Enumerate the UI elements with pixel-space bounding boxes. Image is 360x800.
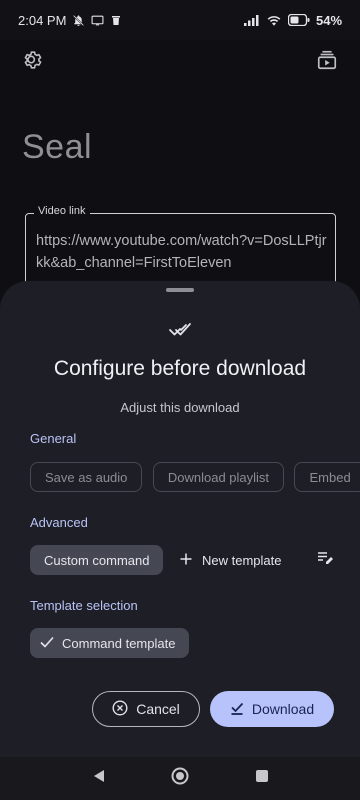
settings-button[interactable] [13,42,53,82]
playlist-edit-icon [317,550,333,571]
configure-bottom-sheet: Configure before download Adjust this do… [0,281,360,757]
sheet-title: Configure before download [53,357,307,380]
save-as-audio-chip[interactable]: Save as audio [30,462,143,492]
general-chip-row: Save as audio Download playlist Embed [30,462,360,492]
command-template-chip[interactable]: Command template [30,628,190,658]
video-link-value[interactable]: https://www.youtube.com/watch?v=DosLLPtj… [36,230,327,274]
recents-square-icon [255,769,269,788]
status-bar: 2:04 PM 54% [0,0,360,40]
download-playlist-chip[interactable]: Download playlist [152,462,285,492]
new-template-label: New template [202,552,282,568]
recents-button[interactable] [252,768,272,788]
video-link-label: Video link [34,205,90,217]
custom-command-chip[interactable]: Custom command [30,545,164,575]
download-queue-icon [316,49,338,76]
wifi-icon [266,14,282,27]
sheet-subtitle: Adjust this download [120,400,240,415]
trash-icon [110,14,122,27]
download-button[interactable]: Download [210,691,334,727]
notifications-off-icon [72,14,85,27]
app-title: Seal [22,128,93,166]
download-queue-button[interactable] [307,42,347,82]
signal-icon [243,14,260,26]
cast-icon [91,14,104,27]
cancel-button[interactable]: Cancel [92,691,200,727]
battery-icon [287,14,310,26]
cancel-label: Cancel [136,701,180,717]
home-circle-icon [171,767,189,790]
back-triangle-icon [92,769,106,788]
check-icon [40,636,54,651]
embed-chip[interactable]: Embed [294,462,360,492]
edit-templates-button[interactable] [310,545,340,575]
section-general-label: General [30,431,77,446]
command-template-label: Command template [62,635,176,651]
download-done-icon [230,701,244,718]
home-button[interactable] [170,767,190,790]
back-button[interactable] [89,768,109,788]
new-template-button[interactable]: New template [180,545,281,575]
drag-handle[interactable] [166,288,194,292]
section-template-label: Template selection [30,598,138,613]
advanced-row: Custom command New template [30,545,340,575]
cancel-circle-icon [112,699,128,719]
section-advanced-label: Advanced [30,515,88,530]
top-app-bar [0,40,360,88]
system-nav-bar [0,757,360,800]
download-label: Download [251,701,315,717]
plus-icon [180,553,192,568]
battery-percent: 54% [315,12,342,28]
gear-icon [22,49,44,76]
status-time: 2:04 PM [18,12,67,28]
double-check-icon [168,317,192,346]
